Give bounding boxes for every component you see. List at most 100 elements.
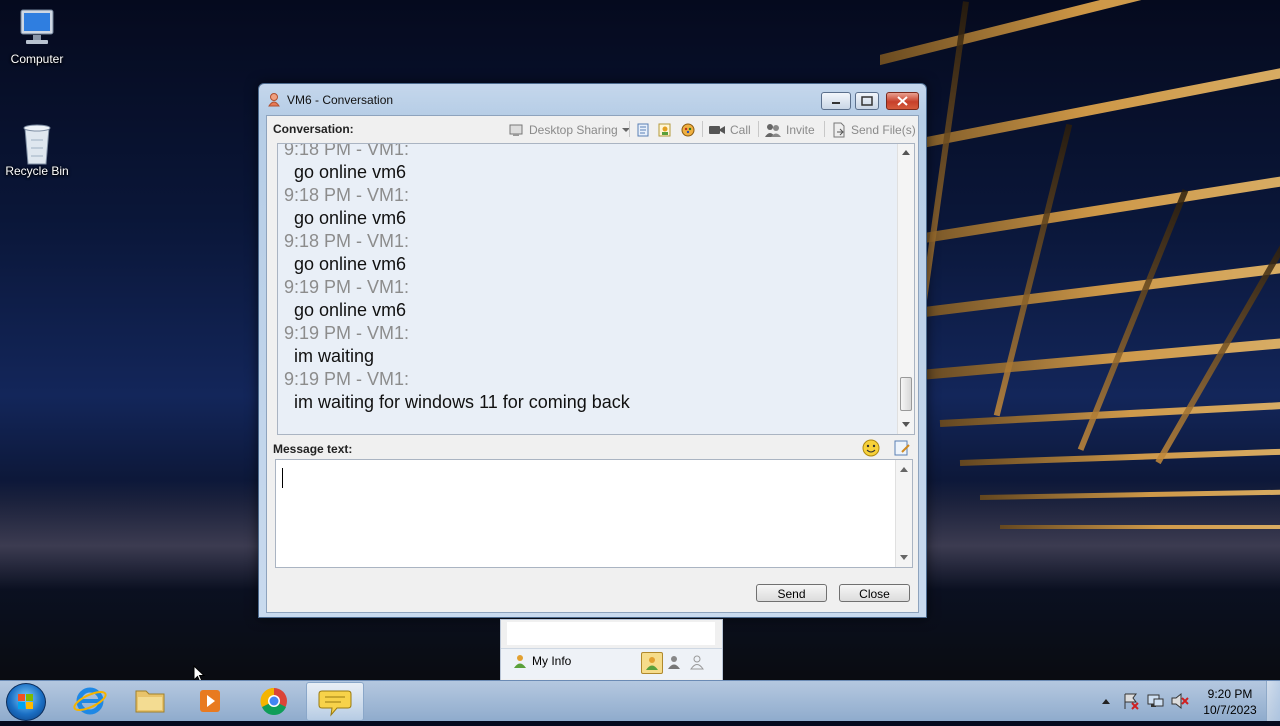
status-offline-button[interactable] xyxy=(688,653,706,676)
message-list: 9:18 PM - VM1: go online vm6 9:18 PM - VM1… xyxy=(284,144,884,414)
contact-info-button[interactable] xyxy=(657,119,673,141)
wallpaper-bridge xyxy=(880,0,1280,680)
recycle-bin-icon xyxy=(15,120,59,165)
message-text: go online vm6 xyxy=(294,208,407,228)
desktop-sharing-label: Desktop Sharing xyxy=(529,123,618,137)
maximize-icon xyxy=(861,96,873,106)
my-info-button[interactable]: My Info xyxy=(512,653,571,669)
message-text-label: Message text: xyxy=(273,442,353,456)
away-status-icon xyxy=(668,656,680,669)
smiley-icon xyxy=(862,439,880,457)
message-timestamp: 9:19 PM - VM1: xyxy=(284,323,410,343)
scroll-up-icon[interactable] xyxy=(900,467,908,472)
send-button[interactable]: Send xyxy=(756,584,827,602)
message-scrollbar[interactable] xyxy=(895,460,912,567)
video-camera-icon xyxy=(709,126,725,134)
scroll-down-icon[interactable] xyxy=(900,555,908,560)
message-text: im waiting xyxy=(294,346,375,366)
minimize-icon xyxy=(832,102,840,104)
volume-muted-icon xyxy=(1171,692,1189,710)
clock-date: 10/7/2023 xyxy=(1203,703,1257,717)
window-title: VM6 - Conversation xyxy=(287,93,394,107)
start-button[interactable] xyxy=(6,683,46,721)
call-label: Call xyxy=(730,123,751,137)
internet-explorer-icon xyxy=(73,687,107,715)
desktop-sharing-button[interactable]: Desktop Sharing xyxy=(509,119,630,141)
notes-button[interactable] xyxy=(635,119,651,141)
message-text: go online vm6 xyxy=(294,162,407,182)
flag-alert-icon xyxy=(1124,693,1139,710)
chevron-up-icon xyxy=(1102,699,1110,704)
games-button[interactable] xyxy=(680,119,696,141)
chrome-icon xyxy=(260,687,287,715)
minimize-button[interactable] xyxy=(821,92,851,110)
tray-volume[interactable] xyxy=(1170,681,1190,721)
chat-app-icon xyxy=(268,93,280,107)
taskbar-file-explorer[interactable] xyxy=(122,682,178,719)
network-icon xyxy=(1147,694,1164,707)
scroll-up-icon[interactable] xyxy=(902,150,910,155)
desktop-sharing-icon xyxy=(509,124,523,136)
tray-network[interactable] xyxy=(1145,681,1165,721)
scrollbar-thumb[interactable] xyxy=(900,377,912,411)
desktop-icon-label: Recycle Bin xyxy=(5,164,69,178)
toolbar-separator xyxy=(758,121,759,137)
offline-status-icon xyxy=(690,655,704,670)
send-file-icon xyxy=(833,122,845,138)
send-files-button[interactable]: Send File(s) xyxy=(831,119,916,141)
taskbar-chrome[interactable] xyxy=(246,682,302,719)
message-timestamp: 9:19 PM - VM1: xyxy=(284,369,410,389)
toolbar-separator xyxy=(702,121,703,137)
message-timestamp: 9:18 PM - VM1: xyxy=(284,231,410,251)
conversation-scrollbar[interactable] xyxy=(897,144,914,434)
close-icon xyxy=(897,96,908,106)
media-player-icon xyxy=(200,690,220,712)
computer-icon xyxy=(15,8,59,48)
desktop-icon-computer[interactable]: Computer xyxy=(0,8,74,66)
contact-list-window: My Info xyxy=(500,619,723,681)
notes-icon xyxy=(637,123,649,137)
call-button[interactable]: Call xyxy=(708,119,751,141)
text-caret xyxy=(282,468,283,488)
windows-logo-icon xyxy=(18,694,33,709)
toolbar-separator xyxy=(824,121,825,137)
contact-info-icon xyxy=(658,123,671,137)
conversation-window: VM6 - Conversation Conversation: Desktop… xyxy=(258,83,927,618)
message-timestamp: 9:18 PM - VM1: xyxy=(284,185,410,205)
taskbar-internet-explorer[interactable] xyxy=(62,682,118,719)
status-bar: My Info xyxy=(501,648,722,679)
scroll-down-icon[interactable] xyxy=(902,422,910,427)
toolbar-separator xyxy=(629,121,630,137)
taskbar-clock[interactable]: 9:20 PM 10/7/2023 xyxy=(1196,686,1264,718)
status-online-button[interactable] xyxy=(641,652,663,674)
conversation-label: Conversation: xyxy=(273,122,354,136)
my-info-label: My Info xyxy=(532,654,572,668)
desktop-icon-label: Computer xyxy=(10,52,64,66)
tray-action-center[interactable] xyxy=(1122,681,1140,721)
invite-users-icon xyxy=(765,124,781,137)
online-status-icon xyxy=(646,657,658,670)
folder-icon xyxy=(135,690,165,713)
status-away-button[interactable] xyxy=(665,653,683,676)
taskbar-media-player[interactable] xyxy=(182,682,238,719)
message-text: go online vm6 xyxy=(294,254,407,274)
close-button[interactable]: Close xyxy=(839,584,910,602)
taskbar-chat-app[interactable] xyxy=(306,682,364,721)
taskbar: 9:20 PM 10/7/2023 xyxy=(0,680,1280,721)
desktop-icon-recycle-bin[interactable]: Recycle Bin xyxy=(0,120,74,178)
invite-button[interactable]: Invite xyxy=(764,119,815,141)
title-bar[interactable]: VM6 - Conversation xyxy=(259,84,926,116)
message-text: go online vm6 xyxy=(294,300,407,320)
show-hidden-icons-button[interactable] xyxy=(1098,681,1114,721)
chat-bubble-icon xyxy=(318,690,352,717)
maximize-button[interactable] xyxy=(855,92,879,110)
conversation-history[interactable]: 9:18 PM - VM1: go online vm6 9:18 PM - VM1… xyxy=(277,143,915,435)
contact-list-area[interactable] xyxy=(507,622,715,645)
message-text: im waiting for windows 11 for coming bac… xyxy=(294,392,630,412)
user-online-icon xyxy=(514,655,526,668)
window-close-button[interactable] xyxy=(886,92,919,110)
games-icon xyxy=(681,123,695,137)
send-files-label: Send File(s) xyxy=(851,123,916,137)
show-desktop-button[interactable] xyxy=(1266,681,1280,721)
message-input[interactable] xyxy=(275,459,913,568)
